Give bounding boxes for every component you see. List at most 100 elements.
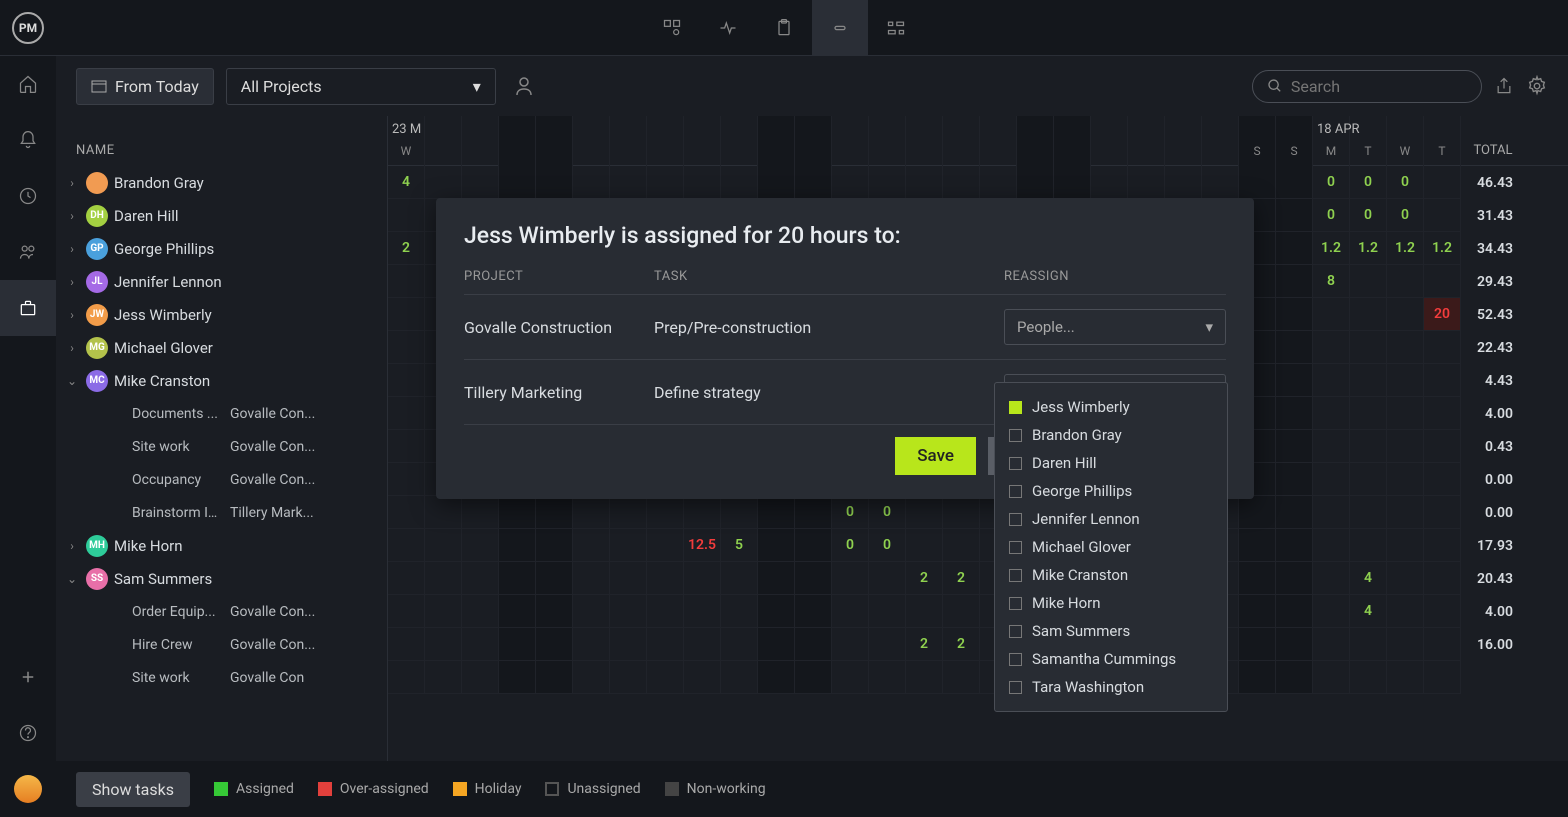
timeline-cell[interactable] — [499, 595, 536, 628]
timeline-cell[interactable] — [388, 529, 425, 562]
dropdown-item[interactable]: George Phillips — [995, 477, 1227, 505]
timeline-cell[interactable]: 0 — [1313, 199, 1350, 232]
timeline-cell[interactable] — [684, 496, 721, 529]
timeline-cell[interactable]: 0 — [1350, 199, 1387, 232]
dropdown-item[interactable]: Mike Horn — [995, 589, 1227, 617]
timeline-cell[interactable] — [1276, 265, 1313, 298]
timeline-cell[interactable] — [1350, 628, 1387, 661]
chevron-right-icon[interactable]: › — [64, 208, 80, 224]
timeline-cell[interactable] — [795, 661, 832, 694]
timeline-cell[interactable] — [536, 529, 573, 562]
timeline-cell[interactable] — [758, 562, 795, 595]
timeline-cell[interactable] — [869, 562, 906, 595]
dropdown-item[interactable]: Brandon Gray — [995, 421, 1227, 449]
timeline-cell[interactable] — [869, 166, 906, 199]
briefcase-icon[interactable] — [0, 280, 56, 336]
timeline-cell[interactable] — [758, 529, 795, 562]
task-row[interactable]: OccupancyGovalle Con... — [56, 463, 387, 496]
timeline-cell[interactable]: 0 — [1350, 166, 1387, 199]
timeline-cell[interactable] — [536, 562, 573, 595]
timeline-cell[interactable] — [795, 496, 832, 529]
checkbox[interactable] — [1009, 513, 1022, 526]
timeline-cell[interactable] — [721, 595, 758, 628]
timeline-cell[interactable] — [1424, 265, 1461, 298]
timeline-cell[interactable] — [980, 166, 1017, 199]
timeline-cell[interactable] — [1276, 331, 1313, 364]
chevron-down-icon[interactable]: ⌄ — [64, 571, 80, 587]
timeline-cell[interactable] — [906, 595, 943, 628]
checkbox[interactable] — [1009, 625, 1022, 638]
timeline-cell[interactable] — [499, 496, 536, 529]
timeline-cell[interactable] — [1313, 595, 1350, 628]
timeline-cell[interactable] — [647, 496, 684, 529]
chevron-right-icon[interactable]: › — [64, 307, 80, 323]
timeline-cell[interactable] — [1387, 628, 1424, 661]
timeline-cell[interactable] — [1091, 166, 1128, 199]
home-icon[interactable] — [0, 56, 56, 112]
timeline-cell[interactable] — [573, 166, 610, 199]
task-row[interactable]: Documents ...Govalle Con... — [56, 397, 387, 430]
timeline-cell[interactable] — [1202, 166, 1239, 199]
timeline-cell[interactable] — [425, 661, 462, 694]
timeline-cell[interactable] — [388, 298, 425, 331]
timeline-cell[interactable] — [1387, 331, 1424, 364]
timeline-cell[interactable] — [1313, 364, 1350, 397]
search-input[interactable] — [1291, 77, 1467, 96]
timeline-cell[interactable] — [684, 166, 721, 199]
timeline-cell[interactable] — [610, 628, 647, 661]
timeline-cell[interactable] — [795, 529, 832, 562]
dropdown-item[interactable]: Jennifer Lennon — [995, 505, 1227, 533]
timeline-cell[interactable] — [388, 661, 425, 694]
save-button[interactable]: Save — [895, 437, 976, 475]
timeline-cell[interactable] — [1387, 562, 1424, 595]
timeline-cell[interactable] — [1239, 166, 1276, 199]
timeline-cell[interactable] — [388, 595, 425, 628]
timeline-cell[interactable] — [1276, 364, 1313, 397]
timeline-cell[interactable]: 0 — [1387, 166, 1424, 199]
timeline-cell[interactable] — [1350, 364, 1387, 397]
activity-icon[interactable] — [700, 0, 756, 56]
timeline-cell[interactable] — [647, 628, 684, 661]
timeline-cell[interactable] — [869, 595, 906, 628]
timeline-cell[interactable] — [462, 529, 499, 562]
timeline-cell[interactable] — [499, 661, 536, 694]
timeline-cell[interactable] — [647, 595, 684, 628]
timeline-cell[interactable] — [1350, 331, 1387, 364]
timeline-cell[interactable] — [388, 496, 425, 529]
timeline-cell[interactable]: 2 — [906, 628, 943, 661]
timeline-cell[interactable] — [388, 397, 425, 430]
timeline-cell[interactable] — [795, 166, 832, 199]
person-row[interactable]: ›Brandon Gray — [56, 166, 387, 199]
logo[interactable]: PM — [0, 0, 56, 56]
timeline-cell[interactable] — [1276, 661, 1313, 694]
timeline-cell[interactable] — [1313, 562, 1350, 595]
timeline-cell[interactable] — [610, 166, 647, 199]
timeline-cell[interactable] — [425, 562, 462, 595]
person-filter-icon[interactable] — [512, 74, 536, 98]
timeline-cell[interactable] — [1424, 364, 1461, 397]
timeline-cell[interactable] — [425, 628, 462, 661]
timeline-cell[interactable] — [1387, 430, 1424, 463]
timeline-cell[interactable]: 0 — [832, 529, 869, 562]
timeline-cell[interactable] — [1276, 232, 1313, 265]
timeline-cell[interactable] — [610, 595, 647, 628]
timeline-cell[interactable]: 4 — [388, 166, 425, 199]
timeline-cell[interactable] — [536, 628, 573, 661]
timeline-cell[interactable] — [573, 529, 610, 562]
timeline-cell[interactable] — [869, 661, 906, 694]
timeline-cell[interactable] — [721, 496, 758, 529]
timeline-cell[interactable] — [943, 496, 980, 529]
timeline-cell[interactable]: 1.2 — [1424, 232, 1461, 265]
checkbox[interactable] — [1009, 457, 1022, 470]
timeline-cell[interactable] — [1276, 562, 1313, 595]
timeline-cell[interactable] — [1276, 430, 1313, 463]
timeline-cell[interactable] — [610, 562, 647, 595]
timeline-cell[interactable] — [499, 166, 536, 199]
timeline-cell[interactable] — [1313, 661, 1350, 694]
timeline-cell[interactable] — [388, 199, 425, 232]
timeline-cell[interactable] — [1387, 661, 1424, 694]
timeline-cell[interactable] — [1313, 430, 1350, 463]
timeline-cell[interactable] — [684, 562, 721, 595]
timeline-cell[interactable] — [795, 562, 832, 595]
timeline-cell[interactable] — [499, 529, 536, 562]
